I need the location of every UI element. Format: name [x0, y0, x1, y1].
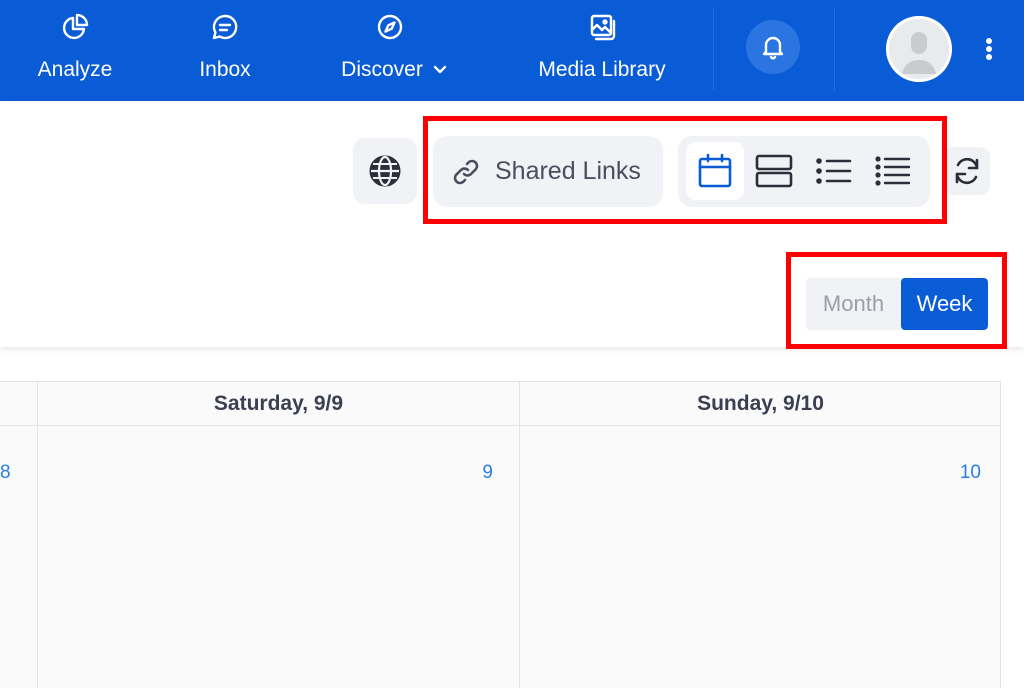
globe-icon: [369, 155, 401, 187]
nav-divider: [834, 8, 835, 90]
day-number-sunday[interactable]: 10: [960, 462, 981, 484]
nav-divider: [713, 8, 714, 90]
avatar[interactable]: [886, 16, 952, 82]
top-nav-bar: Analyze Inbox Discover Media Library: [0, 0, 1024, 101]
notifications-button[interactable]: [746, 20, 800, 74]
nav-item-inbox[interactable]: Inbox: [194, 0, 256, 101]
calendar-week-grid: 8 Saturday, 9/9 9 Sunday, 9/10 10: [0, 381, 1001, 688]
day-number-saturday[interactable]: 9: [482, 462, 493, 484]
nav-item-discover[interactable]: Discover: [334, 0, 454, 101]
day-header-saturday: Saturday, 9/9: [38, 382, 519, 426]
nav-label-analyze: Analyze: [37, 58, 113, 81]
day-column-saturday[interactable]: Saturday, 9/9 9: [37, 382, 519, 688]
user-placeholder-icon: [886, 16, 952, 82]
prev-day-header: [0, 382, 37, 426]
nav-label-discover: Discover: [341, 58, 423, 81]
nav-label-inbox: Inbox: [199, 58, 251, 81]
kebab-menu-icon: [986, 38, 992, 60]
day-number-prev[interactable]: 8: [0, 462, 11, 484]
refresh-button[interactable]: [944, 147, 990, 195]
day-header-sunday: Sunday, 9/10: [520, 382, 1001, 426]
highlight-box-view-toggle: [786, 252, 1007, 349]
day-column-sunday[interactable]: Sunday, 9/10 10: [519, 382, 1001, 688]
chevron-down-icon: [433, 65, 447, 74]
nav-item-analyze[interactable]: Analyze: [34, 0, 116, 101]
image-gallery-icon: [587, 12, 617, 42]
pie-chart-icon: [60, 12, 90, 42]
compass-icon: [375, 12, 405, 42]
nav-label-media-library: Media Library: [538, 58, 666, 81]
bell-icon: [762, 36, 784, 60]
chat-bubble-icon: [210, 12, 240, 42]
more-options-button[interactable]: [976, 34, 1002, 64]
refresh-icon: [955, 157, 979, 185]
timezone-button[interactable]: [353, 138, 417, 204]
highlight-box-toolbar: [423, 116, 947, 224]
nav-item-media-library[interactable]: Media Library: [532, 0, 672, 101]
